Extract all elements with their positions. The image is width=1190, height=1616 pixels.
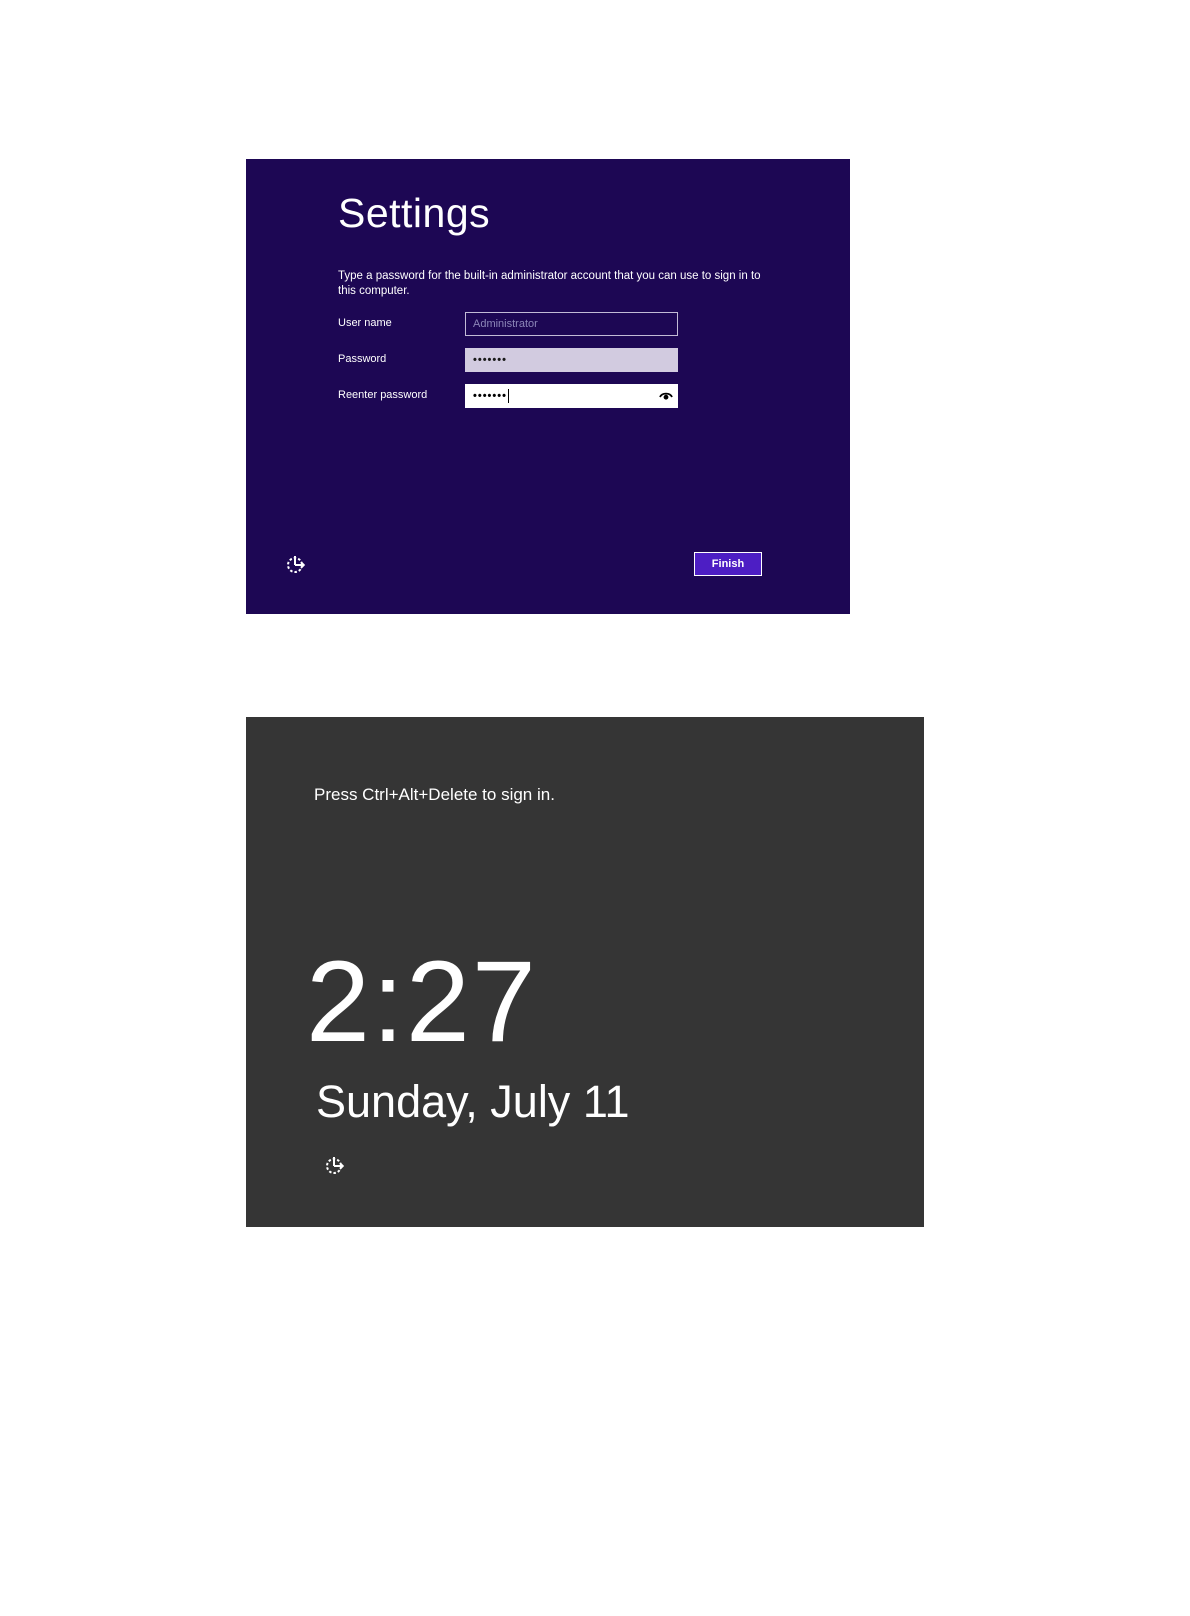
reenter-password-field[interactable]: ••••••• xyxy=(465,384,678,408)
ease-of-access-icon[interactable] xyxy=(324,1154,346,1176)
text-caret xyxy=(507,389,509,404)
settings-title: Settings xyxy=(338,190,491,236)
password-field[interactable]: ••••••• xyxy=(465,348,678,372)
reenter-password-value: ••••••• xyxy=(473,390,507,402)
sign-in-hint: Press Ctrl+Alt+Delete to sign in. xyxy=(314,785,555,804)
ease-of-access-icon[interactable] xyxy=(285,553,307,575)
reveal-password-eye-icon[interactable] xyxy=(659,391,673,401)
settings-description: Type a password for the built-in adminis… xyxy=(338,270,761,297)
username-field[interactable]: Administrator xyxy=(465,312,678,336)
reenter-password-label: Reenter password xyxy=(338,389,428,401)
username-label: User name xyxy=(338,317,392,329)
finish-button[interactable]: Finish xyxy=(694,552,762,576)
lock-date: Sunday, July 11 xyxy=(316,1076,630,1127)
password-value: ••••••• xyxy=(473,354,507,366)
settings-screen: Settings Type a password for the built-i… xyxy=(246,159,850,614)
password-label: Password xyxy=(338,353,387,365)
lock-time: 2:27 xyxy=(306,938,538,1066)
lock-screen: Press Ctrl+Alt+Delete to sign in. 2:27 S… xyxy=(246,717,924,1227)
